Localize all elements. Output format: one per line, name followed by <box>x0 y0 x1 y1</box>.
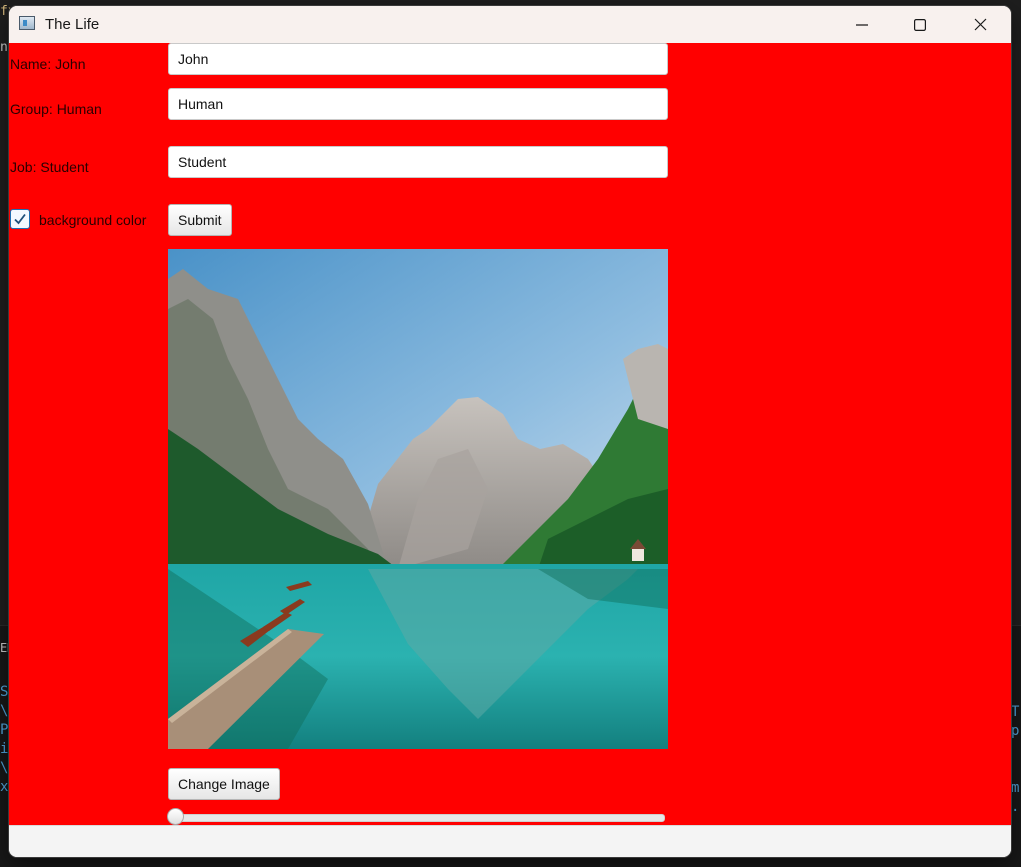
name-label: Name: John <box>10 56 86 72</box>
close-button[interactable] <box>951 6 1009 43</box>
close-icon <box>974 18 986 31</box>
minimize-icon <box>856 23 868 26</box>
job-input[interactable] <box>168 146 668 178</box>
change-image-button[interactable]: Change Image <box>168 768 280 800</box>
image-slider-track[interactable] <box>173 814 665 822</box>
app-icon <box>19 16 35 30</box>
group-input[interactable] <box>168 88 668 120</box>
background-color-label[interactable]: background color <box>39 212 146 228</box>
name-input[interactable] <box>168 43 668 75</box>
ide-code-right: T p m . <box>1011 704 1020 815</box>
maximize-button[interactable] <box>891 6 949 43</box>
background-color-checkbox[interactable] <box>10 209 30 229</box>
group-label: Group: Human <box>10 101 102 117</box>
form-panel: Name: John Group: Human Job: Student bac… <box>9 43 1011 825</box>
landscape-photo <box>168 249 668 749</box>
ide-code-left: S \ P i \ x <box>0 684 9 795</box>
minimize-button[interactable] <box>833 6 891 43</box>
maximize-icon <box>914 18 926 31</box>
image-slider-thumb[interactable] <box>167 808 184 825</box>
job-label: Job: Student <box>10 159 89 175</box>
submit-button[interactable]: Submit <box>168 204 232 236</box>
checkmark-icon <box>14 213 26 225</box>
window-title: The Life <box>45 16 100 33</box>
title-bar[interactable]: The Life <box>9 6 1011 44</box>
status-bar <box>9 825 1011 857</box>
app-window: The Life Name: John Group: Human Job: St… <box>9 6 1011 857</box>
